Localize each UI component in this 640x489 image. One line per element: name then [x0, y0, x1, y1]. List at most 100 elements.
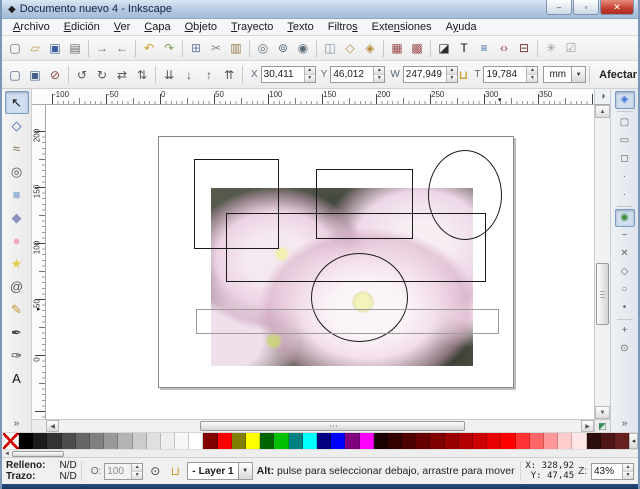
- color-swatch[interactable]: [61, 433, 76, 449]
- text-icon[interactable]: T: [454, 38, 474, 58]
- color-swatch[interactable]: [572, 433, 587, 449]
- horizontal-scrollbar-thumb[interactable]: [200, 421, 465, 431]
- snap-object-centers-icon[interactable]: +: [615, 322, 635, 340]
- layer-visibility-eye-icon[interactable]: ⊙: [147, 464, 163, 478]
- zoom-drawing-icon[interactable]: ⊚: [273, 38, 293, 58]
- x-spinner[interactable]: ▲ ▼: [303, 67, 315, 82]
- color-swatch[interactable]: [19, 433, 34, 449]
- open-icon[interactable]: ▱: [25, 38, 45, 58]
- zoom-tool[interactable]: ◎: [5, 160, 29, 183]
- layers-icon[interactable]: ≡: [474, 38, 494, 58]
- color-swatch[interactable]: [89, 433, 105, 449]
- color-swatch[interactable]: [146, 433, 161, 449]
- scroll-down-icon[interactable]: ▼: [595, 406, 610, 419]
- color-swatch[interactable]: [75, 433, 90, 449]
- horizontal-scrollbar[interactable]: ◀ ▶: [46, 419, 594, 432]
- palette-scrollbar[interactable]: ◄: [2, 449, 638, 457]
- color-swatch[interactable]: [132, 433, 147, 449]
- scroll-up-icon[interactable]: ▲: [595, 105, 610, 118]
- snap-smooth-nodes-icon[interactable]: ○: [615, 281, 635, 299]
- snap-toggle-icon[interactable]: ◈: [614, 91, 635, 109]
- zoom-selection-icon[interactable]: ◎: [253, 38, 273, 58]
- color-swatch[interactable]: [515, 433, 530, 449]
- redo-icon[interactable]: ↷: [159, 38, 179, 58]
- color-swatch[interactable]: [288, 433, 303, 449]
- menu-ayuda[interactable]: Ayuda: [439, 20, 484, 34]
- bezier-tool[interactable]: ✒: [5, 321, 29, 344]
- height-spinner[interactable]: ▲ ▼: [526, 67, 538, 82]
- color-swatch[interactable]: [189, 433, 204, 449]
- pencil-tool[interactable]: ✎: [5, 298, 29, 321]
- lower-icon[interactable]: ↓: [179, 65, 199, 85]
- vertical-scrollbar-thumb[interactable]: [596, 263, 609, 325]
- selector-tool[interactable]: ↖: [4, 91, 29, 114]
- close-button[interactable]: ✕: [600, 0, 634, 15]
- paste-icon[interactable]: ▥: [226, 38, 246, 58]
- color-swatch[interactable]: [246, 433, 261, 449]
- color-swatch[interactable]: [47, 433, 62, 449]
- color-swatch[interactable]: [586, 433, 601, 449]
- menu-capa[interactable]: Capa: [137, 20, 177, 34]
- tweak-tool[interactable]: ≈: [5, 137, 29, 160]
- menu-objeto[interactable]: Objeto: [178, 20, 224, 34]
- box-3d-tool[interactable]: ◆: [5, 206, 29, 229]
- color-swatch[interactable]: [316, 433, 332, 449]
- undo-icon[interactable]: ↶: [139, 38, 159, 58]
- star-tool[interactable]: ★: [5, 252, 29, 275]
- color-swatch[interactable]: [458, 433, 473, 449]
- xml-editor-icon[interactable]: ‹›: [494, 38, 514, 58]
- width-input[interactable]: 247,949: [404, 67, 446, 82]
- unlink-clone-icon[interactable]: ◈: [360, 38, 380, 58]
- color-swatch[interactable]: [444, 433, 459, 449]
- maximize-button[interactable]: ▫: [573, 0, 599, 15]
- width-spinner[interactable]: ▲ ▼: [445, 67, 457, 82]
- cut-icon[interactable]: ✂: [206, 38, 226, 58]
- menu-archivo[interactable]: Archivo: [6, 20, 57, 34]
- raise-icon[interactable]: ↑: [199, 65, 219, 85]
- snap-bbox-corners-icon[interactable]: ◻: [615, 150, 635, 168]
- ellipse-tool[interactable]: ●: [5, 229, 29, 252]
- copy-icon[interactable]: ⊞: [186, 38, 206, 58]
- rotate-ccw-icon[interactable]: ↺: [72, 65, 92, 85]
- snap-cusp-nodes-icon[interactable]: ◇: [615, 263, 635, 281]
- horizontal-ruler[interactable]: ▾ -100 -50 0 50 100 150 200 250 300 350: [32, 89, 594, 105]
- palette-scroll-left-icon[interactable]: ◄: [2, 451, 12, 457]
- flip-vertical-icon[interactable]: ⇅: [132, 65, 152, 85]
- color-swatch[interactable]: [175, 433, 190, 449]
- color-swatch[interactable]: [501, 433, 516, 449]
- node-tool[interactable]: ◇: [5, 114, 29, 137]
- menu-texto[interactable]: Texto: [280, 20, 320, 34]
- clone-icon[interactable]: ◇: [340, 38, 360, 58]
- layer-dropdown[interactable]: - Layer 1 ▼: [187, 462, 253, 480]
- spiral-tool[interactable]: @: [5, 275, 29, 298]
- menu-edición[interactable]: Edición: [57, 20, 107, 34]
- snap-bbox-edges-icon[interactable]: ▭: [615, 132, 635, 150]
- color-swatch[interactable]: [104, 433, 119, 449]
- calligraphy-tool[interactable]: ✑: [5, 344, 29, 367]
- new-document-icon[interactable]: ▢: [5, 38, 25, 58]
- group-icon[interactable]: ▦: [387, 38, 407, 58]
- color-swatch[interactable]: [543, 433, 559, 449]
- color-swatch[interactable]: [558, 433, 573, 449]
- y-input[interactable]: 46,012: [331, 67, 373, 82]
- fill-stroke-indicator[interactable]: Relleno: N/D Trazo: N/D: [6, 460, 77, 482]
- select-all-layers-icon[interactable]: ▣: [25, 65, 45, 85]
- color-swatch[interactable]: [416, 433, 431, 449]
- color-swatch[interactable]: [203, 433, 218, 449]
- titlebar[interactable]: ◆ Documento nuevo 4 - Inkscape – ▫ ✕: [2, 0, 638, 19]
- zoom-input[interactable]: 43%: [592, 464, 622, 479]
- color-swatch[interactable]: [274, 433, 289, 449]
- document-properties-icon[interactable]: ☑: [561, 38, 581, 58]
- preferences-icon[interactable]: ✳: [541, 38, 561, 58]
- color-managed-display-button[interactable]: ◩: [594, 419, 610, 432]
- lower-to-bottom-icon[interactable]: ⇊: [159, 65, 179, 85]
- color-swatch[interactable]: [231, 433, 246, 449]
- snap-intersections-icon[interactable]: ✕: [615, 245, 635, 263]
- layer-lock-icon[interactable]: ⊔: [167, 464, 183, 478]
- menu-extensiones[interactable]: Extensiones: [365, 20, 439, 34]
- color-swatch[interactable]: [217, 433, 232, 449]
- import-icon[interactable]: →: [92, 38, 112, 58]
- color-swatch[interactable]: [614, 433, 630, 449]
- snap-bbox-centers-icon[interactable]: ·: [615, 186, 635, 204]
- opacity-input[interactable]: 100: [105, 464, 131, 479]
